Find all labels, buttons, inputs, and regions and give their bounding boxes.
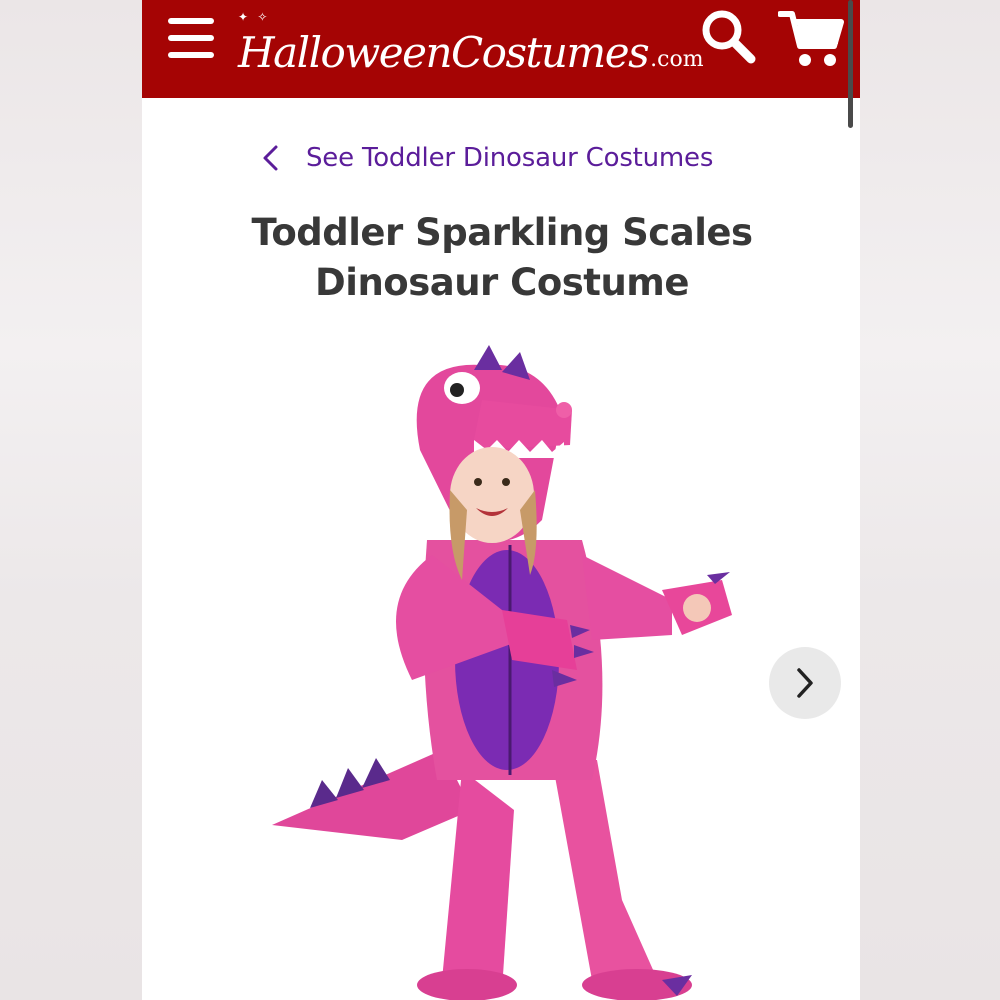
- chevron-right-icon: [797, 668, 813, 698]
- breadcrumb-back-link[interactable]: See Toddler Dinosaur Costumes: [260, 140, 713, 176]
- site-header: ✦ ✧ HalloweenCostumes .com: [142, 0, 860, 98]
- hamburger-menu-icon[interactable]: [166, 16, 216, 60]
- logo-suffix: .com: [650, 47, 704, 72]
- site-logo[interactable]: ✦ ✧ HalloweenCostumes .com: [238, 10, 704, 77]
- product-title: Toddler Sparkling Scales Dinosaur Costum…: [182, 208, 822, 308]
- product-title-line2: Dinosaur Costume: [315, 261, 689, 304]
- search-icon[interactable]: [698, 6, 758, 66]
- scrollbar[interactable]: [848, 0, 853, 128]
- background-left: [0, 0, 142, 1000]
- product-image[interactable]: [252, 340, 752, 1000]
- background-right: [860, 0, 1000, 1000]
- product-title-line1: Toddler Sparkling Scales: [251, 211, 754, 254]
- logo-text: HalloweenCostumes: [238, 28, 650, 77]
- carousel-next-button[interactable]: [769, 647, 841, 719]
- chevron-left-icon: [263, 145, 278, 171]
- mobile-page: ✦ ✧ HalloweenCostumes .com See Toddler D…: [142, 0, 860, 1000]
- shopping-cart-icon[interactable]: [777, 6, 846, 70]
- breadcrumb-label: See Toddler Dinosaur Costumes: [306, 143, 714, 173]
- logo-stars-decoration: ✦ ✧: [238, 10, 271, 24]
